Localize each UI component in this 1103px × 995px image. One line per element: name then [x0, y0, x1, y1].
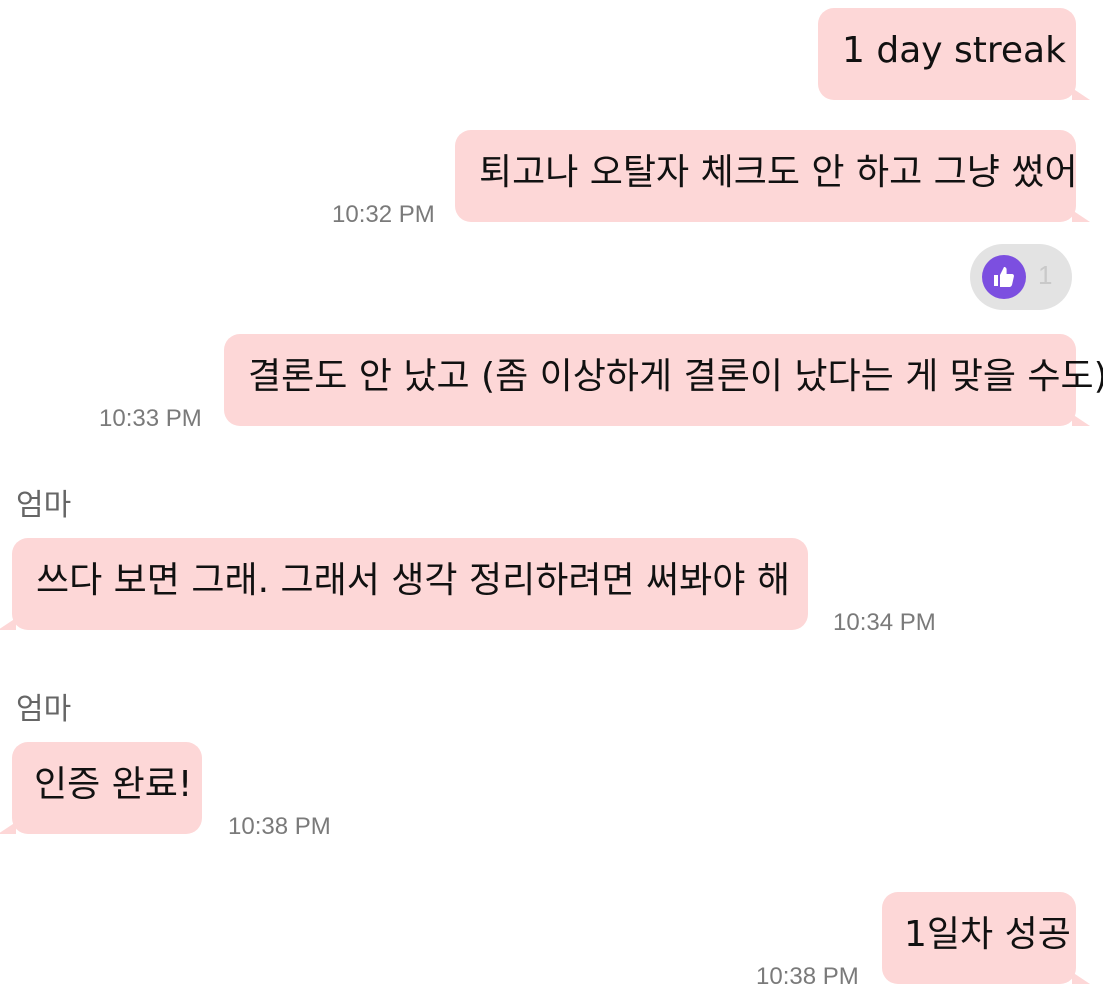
- message-bubble-incoming[interactable]: 쓰다 보면 그래. 그래서 생각 정리하려면 써봐야 해: [0, 538, 808, 630]
- message-bubble-outgoing[interactable]: 결론도 안 났고 (좀 이상하게 결론이 났다는 게 맞을 수도): [224, 334, 1103, 426]
- sender-name: 엄마: [16, 692, 72, 727]
- sender-name: 엄마: [16, 488, 72, 523]
- reaction-count: 1: [1038, 260, 1053, 290]
- message-text: 쓰다 보면 그래. 그래서 생각 정리하려면 써봐야 해: [36, 560, 790, 601]
- message-timestamp: 10:33 PM: [99, 405, 202, 432]
- thumbs-up-icon: [982, 255, 1026, 299]
- message-bubble-outgoing[interactable]: 1 day streak: [818, 8, 1090, 100]
- message-bubble-incoming[interactable]: 인증 완료!: [0, 742, 202, 834]
- message-text: 1일차 성공: [904, 914, 1071, 955]
- message-timestamp: 10:34 PM: [833, 609, 936, 636]
- message-text: 퇴고나 오탈자 체크도 안 하고 그냥 썼어: [479, 152, 1078, 193]
- message-text: 결론도 안 났고 (좀 이상하게 결론이 났다는 게 맞을 수도): [248, 356, 1103, 397]
- message-timestamp: 10:38 PM: [756, 963, 859, 990]
- message-bubble-outgoing[interactable]: 퇴고나 오탈자 체크도 안 하고 그냥 썼어: [455, 130, 1090, 222]
- message-text: 1 day streak: [842, 30, 1066, 71]
- message-bubble-outgoing[interactable]: 1일차 성공: [882, 892, 1090, 984]
- reaction-badge[interactable]: 1: [970, 244, 1072, 310]
- message-timestamp: 10:38 PM: [228, 813, 331, 840]
- message-text: 인증 완료!: [34, 764, 193, 805]
- message-timestamp: 10:32 PM: [332, 201, 435, 228]
